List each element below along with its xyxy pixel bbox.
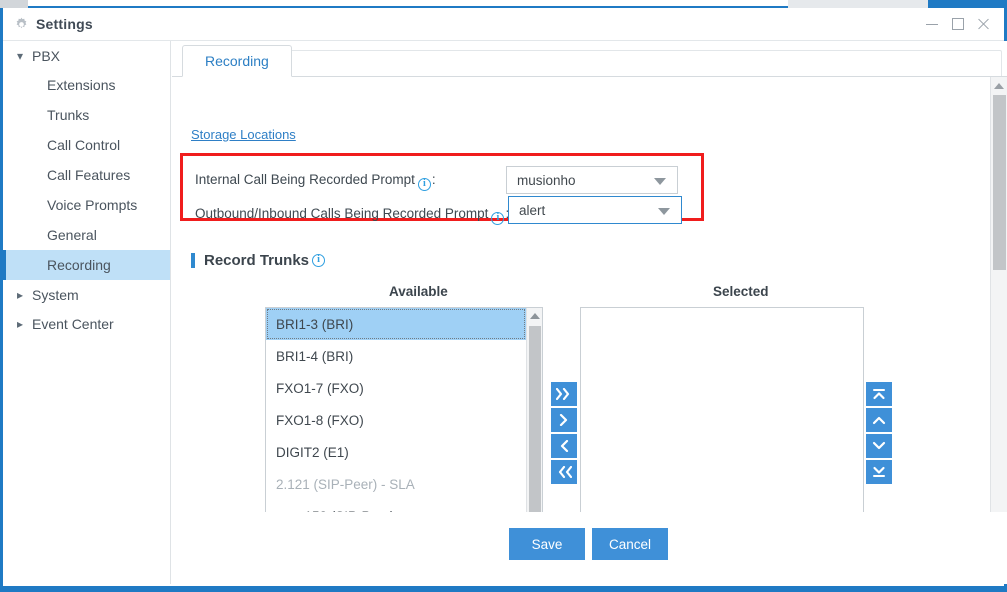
- move-all-right-button[interactable]: [551, 382, 577, 406]
- list-item[interactable]: DIGIT2 (E1): [266, 436, 526, 468]
- content-area: Recording Storage Locations Internal Cal…: [172, 41, 1007, 584]
- content-scrollbar[interactable]: [990, 77, 1007, 547]
- sidebar-item-call-control[interactable]: Call Control: [3, 130, 170, 160]
- settings-dialog: Settings ▾ PBX Extensions Trunks Call Co…: [0, 8, 1007, 592]
- list-item-label: FXO1-8 (FXO): [276, 412, 364, 428]
- sidebar-item-label: Voice Prompts: [47, 197, 138, 213]
- sidebar-item-label: Call Control: [47, 137, 121, 153]
- recorded-prompt-highlight-box: Internal Call Being Recorded Prompt i: mu…: [180, 153, 704, 225]
- info-icon[interactable]: i: [491, 212, 505, 225]
- minimize-button[interactable]: [924, 16, 940, 32]
- chevron-down-icon: [658, 208, 670, 215]
- chevron-down-icon: ▾: [17, 48, 24, 63]
- sidebar: ▾ PBX Extensions Trunks Call Control Cal…: [3, 41, 171, 584]
- internal-prompt-value: musionho: [517, 172, 576, 188]
- available-column-header: Available: [389, 284, 448, 299]
- tab-label: Recording: [205, 53, 269, 69]
- sidebar-item-recording[interactable]: Recording: [3, 250, 170, 280]
- list-item-label: FXO1-7 (FXO): [276, 380, 364, 396]
- record-trunks-heading: Record Trunks i: [191, 252, 326, 269]
- scroll-pane: Storage Locations Internal Call Being Re…: [172, 77, 1007, 547]
- sidebar-group-label: PBX: [32, 47, 61, 64]
- sidebar-group-label: Event Center: [32, 315, 114, 332]
- internal-prompt-label-text: Internal Call Being Recorded Prompt: [195, 172, 415, 187]
- tab-bar-filler: [285, 50, 1002, 77]
- sidebar-item-label: Extensions: [47, 77, 116, 93]
- move-up-button[interactable]: [866, 408, 892, 432]
- internal-prompt-row: Internal Call Being Recorded Prompt i: mu…: [183, 164, 701, 198]
- outbound-inbound-prompt-value: alert: [519, 202, 546, 218]
- available-trunks-list[interactable]: BRI1-3 (BRI) BRI1-4 (BRI) FXO1-7 (FXO) F…: [265, 307, 543, 547]
- sidebar-group-pbx[interactable]: ▾ PBX: [3, 41, 170, 70]
- cancel-button[interactable]: Cancel: [592, 528, 668, 560]
- background-strip-center: [28, 0, 788, 8]
- tab-recording[interactable]: Recording: [182, 45, 292, 77]
- internal-prompt-select[interactable]: musionho: [506, 166, 678, 194]
- scroll-up-arrow-icon[interactable]: [994, 83, 1004, 89]
- scrollbar-thumb[interactable]: [993, 95, 1006, 270]
- sidebar-item-label: General: [47, 227, 97, 243]
- info-icon[interactable]: i: [417, 178, 431, 191]
- gear-icon: [16, 17, 27, 29]
- internal-prompt-label: Internal Call Being Recorded Prompt i:: [195, 172, 436, 191]
- list-item[interactable]: BRI1-3 (BRI): [266, 308, 526, 340]
- list-item[interactable]: 2.121 (SIP-Peer) - SLA: [266, 468, 526, 500]
- sidebar-group-event-center[interactable]: ▸ Event Center: [3, 309, 170, 338]
- sidebar-group-system[interactable]: ▸ System: [3, 280, 170, 309]
- list-item[interactable]: FXO1-7 (FXO): [266, 372, 526, 404]
- outbound-inbound-prompt-label: Outbound/Inbound Calls Being Recorded Pr…: [195, 206, 509, 225]
- list-item[interactable]: FXO1-8 (FXO): [266, 404, 526, 436]
- move-to-bottom-button[interactable]: [866, 460, 892, 484]
- sidebar-item-call-features[interactable]: Call Features: [3, 160, 170, 190]
- sidebar-item-general[interactable]: General: [3, 220, 170, 250]
- info-icon[interactable]: i: [312, 254, 326, 267]
- title-bar: Settings: [3, 8, 1004, 41]
- section-accent-bar: [191, 253, 195, 268]
- save-button[interactable]: Save: [509, 528, 585, 560]
- record-trunks-title: Record Trunks: [204, 252, 310, 269]
- list-item-label: BRI1-3 (BRI): [276, 316, 354, 332]
- list-item[interactable]: BRI1-4 (BRI): [266, 340, 526, 372]
- storage-locations-link[interactable]: Storage Locations: [191, 127, 296, 142]
- chevron-down-icon: [654, 178, 666, 185]
- scroll-up-arrow-icon[interactable]: [530, 313, 540, 319]
- sidebar-group-label: System: [32, 286, 79, 303]
- list-item-label: DIGIT2 (E1): [276, 444, 349, 460]
- chevron-right-icon: ▸: [17, 287, 24, 302]
- move-right-button[interactable]: [551, 408, 577, 432]
- selected-column-header: Selected: [713, 284, 769, 299]
- sidebar-item-label: Recording: [47, 257, 111, 273]
- move-left-button[interactable]: [551, 434, 577, 458]
- close-button[interactable]: [976, 16, 992, 32]
- move-all-left-button[interactable]: [551, 460, 577, 484]
- list-item-label: 2.121 (SIP-Peer) - SLA: [276, 476, 415, 492]
- sidebar-item-trunks[interactable]: Trunks: [3, 100, 170, 130]
- sidebar-item-label: Trunks: [47, 107, 90, 123]
- selected-trunks-list[interactable]: [580, 307, 864, 547]
- sidebar-item-voice-prompts[interactable]: Voice Prompts: [3, 190, 170, 220]
- outbound-inbound-prompt-row: Outbound/Inbound Calls Being Recorded Pr…: [183, 196, 701, 232]
- move-down-button[interactable]: [866, 434, 892, 458]
- move-to-top-button[interactable]: [866, 382, 892, 406]
- dialog-footer: Save Cancel: [172, 512, 1007, 584]
- maximize-button[interactable]: [950, 16, 966, 32]
- scrollbar-thumb[interactable]: [529, 326, 541, 518]
- sidebar-item-extensions[interactable]: Extensions: [3, 70, 170, 100]
- outbound-inbound-prompt-label-text: Outbound/Inbound Calls Being Recorded Pr…: [195, 206, 489, 221]
- sidebar-item-label: Call Features: [47, 167, 131, 183]
- chevron-right-icon: ▸: [17, 316, 24, 331]
- outbound-inbound-prompt-select[interactable]: alert: [508, 196, 682, 224]
- tab-bar: Recording: [172, 41, 1007, 77]
- list-item-label: BRI1-4 (BRI): [276, 348, 354, 364]
- background-strip-left: [0, 0, 28, 8]
- window-title: Settings: [36, 16, 93, 32]
